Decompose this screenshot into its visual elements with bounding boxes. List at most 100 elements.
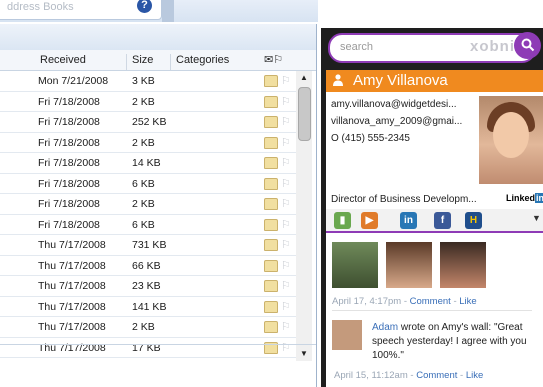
message-row[interactable]: Thu 7/17/2008 2 KB ⚐	[0, 317, 296, 338]
message-row[interactable]: Thu 7/17/2008 17 KB ⚐	[0, 338, 296, 358]
envelope-flag-header-icon[interactable]: ✉⚐	[264, 53, 283, 66]
read-envelope-icon	[264, 116, 278, 128]
row-size: 6 KB	[132, 218, 155, 231]
row-size: 3 KB	[132, 75, 155, 87]
row-size: 2 KB	[132, 95, 155, 108]
row-date: Fri 7/18/2008	[38, 95, 100, 108]
list-scrollbar[interactable]: ▲ ▼	[296, 71, 312, 361]
row-size: 66 KB	[132, 259, 161, 272]
scroll-down-arrow-icon[interactable]: ▼	[296, 349, 312, 361]
message-row[interactable]: Fri 7/18/2008 2 KB ⚐	[0, 133, 296, 153]
row-date: Thu 7/17/2008	[38, 239, 106, 251]
flag-icon[interactable]: ⚐	[281, 320, 291, 333]
wall-comment-link[interactable]: Comment	[416, 370, 457, 381]
flag-icon[interactable]: ⚐	[281, 74, 291, 87]
wall-author-link[interactable]: Adam	[372, 322, 398, 333]
message-row[interactable]: Fri 7/18/2008 6 KB ⚐	[0, 174, 296, 194]
top-toolbar: ddress Books ?	[0, 0, 318, 22]
wall-time-text: April 15, 11:12am -	[334, 370, 417, 381]
flag-icon[interactable]: ⚐	[281, 95, 291, 108]
more-networks-chevron-down-icon[interactable]: ▼	[532, 213, 541, 223]
address-book-help-button[interactable]: ?	[137, 0, 152, 13]
pane-divider	[0, 344, 316, 345]
scroll-up-arrow-icon[interactable]: ▲	[296, 73, 312, 85]
scroll-thumb[interactable]	[298, 87, 311, 141]
message-rows: Mon 7/21/2008 3 KB ⚐ Fri 7/18/2008 2 KB ⚐ Fr…	[0, 71, 296, 358]
read-envelope-icon	[264, 259, 278, 272]
column-separator[interactable]	[170, 54, 171, 70]
contact-name-bar: Amy Villanova	[326, 70, 543, 92]
contact-job-title: Director of Business Developm...	[331, 194, 477, 205]
contact-photo	[479, 96, 543, 184]
photo-thumbnail-group[interactable]	[440, 242, 486, 288]
wall-like-link[interactable]: Like	[466, 370, 483, 381]
column-separator[interactable]	[126, 54, 127, 70]
bar-chart-icon[interactable]: ▮	[334, 212, 351, 229]
wall-author-avatar[interactable]	[332, 320, 362, 350]
read-envelope-icon	[264, 177, 278, 190]
row-date: Thu 7/17/2008	[38, 300, 106, 313]
read-envelope-icon	[264, 300, 278, 313]
message-row[interactable]: Fri 7/18/2008 14 KB ⚐	[0, 153, 296, 174]
row-size: 23 KB	[132, 280, 161, 292]
message-row[interactable]: Thu 7/17/2008 141 KB ⚐	[0, 297, 296, 317]
linkedin-link[interactable]: Linkedin	[506, 193, 543, 203]
column-header-row: Received Size Categories ✉⚐	[0, 50, 316, 71]
message-row[interactable]: Fri 7/18/2008 2 KB ⚐	[0, 92, 296, 112]
row-date: Fri 7/18/2008	[38, 218, 100, 231]
read-envelope-icon	[264, 280, 278, 292]
read-envelope-icon	[264, 239, 278, 251]
row-date: Thu 7/17/2008	[38, 321, 106, 333]
message-row[interactable]: Mon 7/21/2008 3 KB ⚐	[0, 71, 296, 92]
pane-header	[0, 24, 316, 51]
flag-icon[interactable]: ⚐	[281, 136, 291, 149]
row-size: 731 KB	[132, 239, 167, 251]
search-icon[interactable]	[514, 32, 541, 59]
message-row[interactable]: Thu 7/17/2008 23 KB ⚐	[0, 276, 296, 297]
message-row[interactable]: Fri 7/18/2008 2 KB ⚐	[0, 194, 296, 215]
hi5-icon[interactable]: H	[465, 212, 482, 229]
row-date: Fri 7/18/2008	[38, 177, 100, 190]
column-header-categories[interactable]: Categories	[176, 54, 229, 66]
photo-face	[493, 112, 529, 158]
xobni-search-field[interactable]: search xobni	[328, 32, 541, 63]
flag-icon[interactable]: ⚐	[281, 279, 291, 292]
read-envelope-icon	[264, 157, 278, 169]
wall-timestamp: April 15, 11:12am - Comment - Like	[334, 370, 483, 381]
row-size: 2 KB	[132, 136, 155, 149]
flag-icon[interactable]: ⚐	[281, 300, 291, 313]
photo-comment-link[interactable]: Comment	[410, 296, 451, 307]
photo-thumbnail-portrait[interactable]	[386, 242, 432, 288]
contact-email-2[interactable]: villanova_amy_2009@gmai...	[331, 116, 462, 127]
row-size: 141 KB	[132, 300, 167, 313]
column-header-received[interactable]: Received	[40, 54, 86, 66]
message-list-pane: Received Size Categories ✉⚐ Mon 7/21/200…	[0, 24, 317, 387]
flag-icon[interactable]: ⚐	[281, 177, 291, 190]
address-book-search[interactable]: ddress Books ?	[0, 0, 162, 20]
message-row[interactable]: Fri 7/18/2008 252 KB ⚐	[0, 112, 296, 133]
row-size: 14 KB	[132, 157, 161, 169]
social-network-bar: ▮ ▶ in f H ▼	[326, 209, 543, 233]
linkedin-icon[interactable]: in	[400, 212, 417, 229]
flag-icon[interactable]: ⚐	[281, 156, 291, 169]
flag-icon[interactable]: ⚐	[281, 238, 291, 251]
read-envelope-icon	[264, 198, 278, 210]
xobni-search-placeholder: search	[340, 41, 374, 53]
flag-icon[interactable]: ⚐	[281, 218, 291, 231]
flag-icon[interactable]: ⚐	[281, 115, 291, 128]
row-size: 6 KB	[132, 177, 155, 190]
photo-thumbnail-dog[interactable]	[332, 242, 378, 288]
flag-icon[interactable]: ⚐	[281, 341, 291, 354]
message-row[interactable]: Fri 7/18/2008 6 KB ⚐	[0, 215, 296, 235]
facebook-icon[interactable]: f	[434, 212, 451, 229]
contact-email-1[interactable]: amy.villanova@widgetdesi...	[331, 99, 457, 110]
row-size: 2 KB	[132, 321, 155, 333]
flag-icon[interactable]: ⚐	[281, 197, 291, 210]
read-envelope-icon	[264, 136, 278, 149]
photo-like-link[interactable]: Like	[459, 296, 476, 307]
column-header-size[interactable]: Size	[132, 54, 153, 66]
message-row[interactable]: Thu 7/17/2008 731 KB ⚐	[0, 235, 296, 256]
video-icon[interactable]: ▶	[361, 212, 378, 229]
flag-icon[interactable]: ⚐	[281, 259, 291, 272]
message-row[interactable]: Thu 7/17/2008 66 KB ⚐	[0, 256, 296, 276]
